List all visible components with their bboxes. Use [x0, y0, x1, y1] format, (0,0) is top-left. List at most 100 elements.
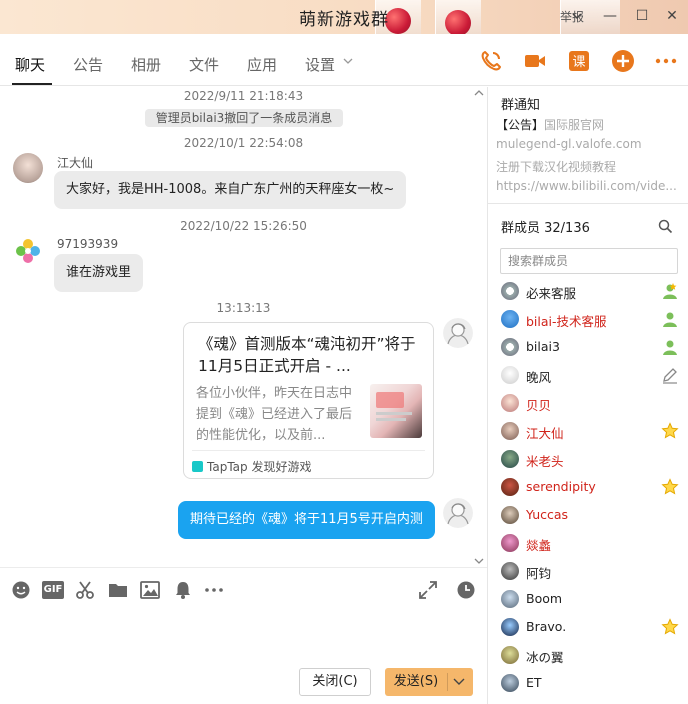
avatar[interactable] — [443, 498, 473, 528]
member-row[interactable]: Boom — [488, 585, 688, 613]
image-icon[interactable] — [140, 580, 160, 600]
chat-history[interactable]: 2022/9/11 21:18:43 管理员bilai3撤回了一条成员消息 20… — [0, 87, 487, 567]
timestamp: 13:13:13 — [216, 301, 271, 315]
notice-line[interactable]: 【公告】国际服官网 — [496, 116, 682, 133]
avatar[interactable] — [13, 236, 43, 266]
member-row[interactable]: 阿钧 — [488, 557, 688, 585]
more-icon[interactable] — [654, 49, 678, 73]
member-avatar[interactable] — [501, 478, 519, 496]
maximize-button[interactable]: ☐ — [630, 5, 654, 27]
member-avatar[interactable] — [501, 310, 519, 328]
member-avatar[interactable] — [501, 506, 519, 524]
member-name[interactable]: bilai3 — [526, 339, 560, 354]
member-name[interactable]: serendipity — [526, 479, 596, 494]
notice-line[interactable]: mulegend-gl.valofe.com — [496, 137, 682, 151]
member-name[interactable]: 贝贝 — [526, 395, 551, 414]
notice-text: 国际服官网 — [544, 118, 605, 132]
member-name[interactable]: 米老头 — [526, 451, 564, 470]
chevron-down-icon[interactable] — [453, 678, 465, 686]
tab-chat[interactable]: 聊天 — [15, 54, 45, 75]
member-row[interactable]: 米老头 — [488, 445, 688, 473]
minimize-button[interactable]: — — [598, 5, 622, 27]
shared-link-card[interactable]: 《魂》首测版本“魂沌初开”将于11月5日正式开启 - ... 各位小伙伴，昨天在… — [183, 322, 434, 479]
member-name[interactable]: Boom — [526, 591, 562, 606]
phone-icon[interactable] — [479, 49, 503, 73]
member-name[interactable]: Yuccas — [526, 507, 568, 522]
member-row[interactable]: serendipity — [488, 473, 688, 501]
chevron-down-icon[interactable] — [343, 56, 353, 66]
member-row[interactable]: Yuccas — [488, 501, 688, 529]
member-name[interactable]: 燚蠡 — [526, 535, 551, 554]
member-avatar[interactable] — [501, 366, 519, 384]
tab-album[interactable]: 相册 — [131, 54, 161, 75]
close-icon: ✕ — [666, 8, 678, 24]
member-avatar[interactable] — [501, 590, 519, 608]
history-icon[interactable] — [456, 580, 476, 600]
message-bubble[interactable]: 大家好，我是HH-1008。来自广东广州的天秤座女一枚~ — [54, 171, 407, 209]
more-icon[interactable] — [204, 580, 224, 600]
avatar[interactable] — [443, 318, 473, 348]
notice-line[interactable]: 注册下载汉化视频教程 — [496, 158, 682, 175]
scissors-icon[interactable] — [75, 580, 95, 600]
maximize-icon: ☐ — [635, 8, 649, 24]
close-window-button[interactable]: ✕ — [660, 5, 684, 27]
tab-files[interactable]: 文件 — [189, 54, 219, 75]
gif-icon[interactable]: GIF — [42, 581, 64, 599]
chevron-down-icon[interactable] — [572, 13, 582, 20]
sender-name[interactable]: 江大仙 — [57, 154, 93, 171]
member-avatar[interactable] — [501, 534, 519, 552]
avatar[interactable] — [13, 153, 43, 183]
close-button[interactable]: 关闭(C) — [299, 668, 371, 696]
tab-apps[interactable]: 应用 — [247, 54, 277, 75]
member-row[interactable]: 燚蠡 — [488, 529, 688, 557]
member-avatar[interactable] — [501, 618, 519, 636]
member-row[interactable]: 必来客服 — [488, 277, 688, 305]
star-icon — [661, 618, 679, 636]
active-tab-underline — [12, 83, 52, 85]
member-name[interactable]: Bravo. — [526, 619, 566, 634]
member-avatar[interactable] — [501, 646, 519, 664]
member-avatar[interactable] — [501, 562, 519, 580]
member-name[interactable]: 阿钧 — [526, 563, 551, 582]
member-avatar[interactable] — [501, 450, 519, 468]
folder-icon[interactable] — [108, 580, 128, 600]
scroll-down-icon[interactable] — [474, 557, 484, 565]
member-avatar[interactable] — [501, 674, 519, 692]
tab-settings[interactable]: 设置 — [305, 54, 335, 75]
member-name[interactable]: 晚风 — [526, 367, 551, 386]
member-avatar[interactable] — [501, 338, 519, 356]
member-row[interactable]: 贝贝 — [488, 389, 688, 417]
member-name[interactable]: 必来客服 — [526, 283, 576, 302]
message-bubble-self[interactable]: 期待已经的《魂》将于11月5号开启内测 — [178, 501, 435, 539]
member-row[interactable]: 晚风 — [488, 361, 688, 389]
expand-icon[interactable] — [418, 580, 438, 600]
tab-announcement[interactable]: 公告 — [73, 54, 103, 75]
member-avatar[interactable] — [501, 394, 519, 412]
message-bubble[interactable]: 谁在游戏里 — [54, 254, 144, 292]
member-row[interactable]: Bravo. — [488, 613, 688, 641]
member-name[interactable]: bilai-技术客服 — [526, 311, 607, 330]
member-row[interactable]: 江大仙 — [488, 417, 688, 445]
member-name[interactable]: 冰の翼 — [526, 647, 564, 666]
notice-line[interactable]: https://www.bilibili.com/vide... — [496, 179, 682, 193]
svg-text:课: 课 — [572, 55, 585, 70]
member-search-input[interactable]: 搜索群成员 — [500, 248, 678, 274]
member-avatar[interactable] — [501, 282, 519, 300]
emoji-icon[interactable] — [11, 580, 31, 600]
member-row[interactable]: 冰の翼 — [488, 641, 688, 669]
card-title: 《魂》首测版本“魂沌初开”将于11月5日正式开启 - ... — [198, 335, 416, 375]
member-row[interactable]: bilai-技术客服 — [488, 305, 688, 333]
bell-icon[interactable] — [173, 580, 193, 600]
sender-name[interactable]: 97193939 — [57, 237, 118, 251]
member-avatar[interactable] — [501, 422, 519, 440]
add-icon[interactable] — [611, 49, 635, 73]
member-row[interactable]: ET — [488, 669, 688, 697]
member-name[interactable]: 江大仙 — [526, 423, 564, 442]
member-name[interactable]: ET — [526, 675, 542, 690]
message-input-area[interactable]: GIF 关闭(C) 发送(S) — [0, 567, 487, 704]
send-button[interactable]: 发送(S) — [385, 668, 473, 696]
search-icon[interactable] — [658, 219, 673, 234]
class-icon[interactable]: 课 — [567, 49, 591, 73]
member-row[interactable]: bilai3 — [488, 333, 688, 361]
video-call-icon[interactable] — [523, 49, 547, 73]
